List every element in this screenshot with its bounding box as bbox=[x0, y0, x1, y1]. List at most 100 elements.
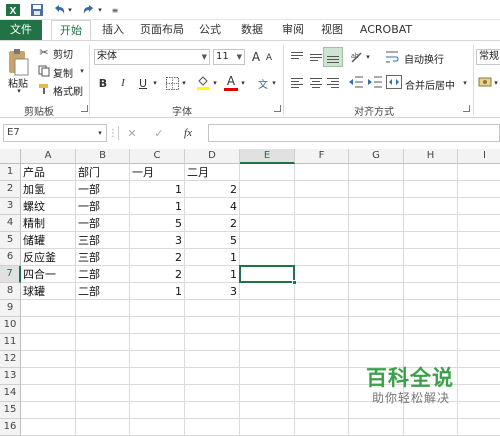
row-header-14[interactable]: 14 bbox=[0, 385, 21, 402]
cell-b1[interactable]: 部门 bbox=[76, 164, 129, 181]
phonetic-button[interactable]: 文 bbox=[256, 75, 270, 91]
tab-file[interactable]: 文件 bbox=[0, 20, 42, 40]
column-header-a[interactable]: A bbox=[21, 149, 76, 164]
cut-icon[interactable]: ✂ bbox=[38, 46, 50, 59]
cell-c3[interactable]: 1 bbox=[130, 198, 184, 215]
cell-c6[interactable]: 2 bbox=[130, 249, 184, 266]
row-header-5[interactable]: 5 bbox=[0, 232, 21, 249]
active-cell[interactable] bbox=[239, 265, 295, 283]
copy-button[interactable]: 复制 bbox=[53, 65, 73, 80]
column-header-g[interactable]: G bbox=[349, 149, 404, 164]
customize-icon[interactable]: ≡ bbox=[110, 4, 120, 16]
merge-center-button[interactable]: 合并后居中 bbox=[405, 77, 455, 92]
align-middle-button[interactable] bbox=[308, 49, 324, 65]
name-box[interactable]: E7 bbox=[3, 124, 107, 142]
underline-dropdown-icon[interactable]: ▾ bbox=[151, 77, 159, 89]
grow-font-button[interactable]: A bbox=[250, 49, 262, 65]
paste-dropdown-icon[interactable]: ▾ bbox=[14, 87, 24, 95]
formula-input[interactable] bbox=[208, 124, 500, 142]
cell-a3[interactable]: 螺纹 bbox=[21, 198, 75, 215]
cell-b7[interactable]: 二部 bbox=[76, 266, 129, 283]
fill-color-icon[interactable] bbox=[196, 75, 210, 91]
shrink-font-button[interactable]: A bbox=[264, 51, 274, 65]
underline-button[interactable]: U bbox=[136, 75, 150, 91]
redo-icon[interactable] bbox=[82, 3, 96, 17]
align-left-button[interactable] bbox=[289, 74, 305, 90]
cut-button[interactable]: 剪切 bbox=[53, 46, 73, 61]
row-header-11[interactable]: 11 bbox=[0, 334, 21, 351]
enter-icon[interactable]: ✓ bbox=[150, 125, 168, 141]
cell-d6[interactable]: 1 bbox=[185, 249, 239, 266]
row-header-4[interactable]: 4 bbox=[0, 215, 21, 232]
column-header-f[interactable]: F bbox=[295, 149, 349, 164]
tab-data[interactable]: 数据 bbox=[238, 20, 266, 40]
row-header-15[interactable]: 15 bbox=[0, 402, 21, 419]
cell-d3[interactable]: 4 bbox=[185, 198, 239, 215]
cell-a6[interactable]: 反应釜 bbox=[21, 249, 75, 266]
align-top-button[interactable] bbox=[289, 49, 305, 65]
insert-function-button[interactable]: fx bbox=[178, 125, 198, 141]
cell-a2[interactable]: 加氢 bbox=[21, 181, 75, 198]
tab-home[interactable]: 开始 bbox=[51, 20, 91, 40]
paste-icon[interactable] bbox=[6, 47, 30, 77]
cell-c5[interactable]: 3 bbox=[130, 232, 184, 249]
align-bottom-button[interactable] bbox=[323, 47, 343, 67]
row-header-9[interactable]: 9 bbox=[0, 300, 21, 317]
cell-d1[interactable]: 二月 bbox=[185, 164, 239, 181]
fill-handle[interactable] bbox=[292, 280, 297, 285]
cell-b3[interactable]: 一部 bbox=[76, 198, 129, 215]
cell-b4[interactable]: 一部 bbox=[76, 215, 129, 232]
row-header-2[interactable]: 2 bbox=[0, 181, 21, 198]
cell-d7[interactable]: 1 bbox=[185, 266, 239, 283]
select-all-corner[interactable] bbox=[0, 149, 21, 164]
cell-a7[interactable]: 四合一 bbox=[21, 266, 75, 283]
row-header-12[interactable]: 12 bbox=[0, 351, 21, 368]
font-color-dropdown-icon[interactable]: ▾ bbox=[239, 77, 247, 89]
cell-b5[interactable]: 三部 bbox=[76, 232, 129, 249]
alignment-launcher-icon[interactable] bbox=[463, 105, 470, 112]
row-header-10[interactable]: 10 bbox=[0, 317, 21, 334]
cell-a4[interactable]: 精制 bbox=[21, 215, 75, 232]
font-color-button[interactable]: A bbox=[224, 74, 238, 88]
tab-formulas[interactable]: 公式 bbox=[196, 20, 224, 40]
font-launcher-icon[interactable] bbox=[274, 105, 281, 112]
name-box-dropdown-icon[interactable]: ▾ bbox=[96, 128, 104, 138]
save-icon[interactable] bbox=[30, 3, 44, 17]
tab-acrobat[interactable]: ACROBAT bbox=[358, 20, 414, 40]
decrease-indent-icon[interactable] bbox=[348, 75, 364, 89]
cell-a1[interactable]: 产品 bbox=[21, 164, 75, 181]
phonetic-dropdown-icon[interactable]: ▾ bbox=[270, 77, 278, 89]
column-header-b[interactable]: B bbox=[76, 149, 130, 164]
align-center-button[interactable] bbox=[308, 74, 324, 90]
tab-insert[interactable]: 插入 bbox=[99, 20, 127, 40]
row-header-1[interactable]: 1 bbox=[0, 164, 21, 181]
column-header-c[interactable]: C bbox=[130, 149, 185, 164]
wrap-text-icon[interactable] bbox=[384, 49, 400, 65]
tab-page-layout[interactable]: 页面布局 bbox=[138, 20, 186, 40]
orientation-dropdown-icon[interactable]: ▾ bbox=[364, 52, 372, 62]
cell-c4[interactable]: 5 bbox=[130, 215, 184, 232]
font-name-select[interactable]: 宋体 ▼ bbox=[94, 49, 210, 65]
cell-d2[interactable]: 2 bbox=[185, 181, 239, 198]
accounting-dropdown-icon[interactable]: ▾ bbox=[492, 78, 500, 88]
column-header-i[interactable]: I bbox=[458, 149, 500, 164]
cell-b2[interactable]: 一部 bbox=[76, 181, 129, 198]
cancel-icon[interactable]: ✕ bbox=[123, 125, 141, 141]
row-header-3[interactable]: 3 bbox=[0, 198, 21, 215]
cell-c2[interactable]: 1 bbox=[130, 181, 184, 198]
increase-indent-icon[interactable] bbox=[367, 75, 383, 89]
cell-a5[interactable]: 储罐 bbox=[21, 232, 75, 249]
italic-button[interactable]: I bbox=[116, 75, 130, 91]
column-header-h[interactable]: H bbox=[404, 149, 458, 164]
row-header-8[interactable]: 8 bbox=[0, 283, 21, 300]
row-header-7[interactable]: 7 bbox=[0, 266, 21, 283]
borders-icon[interactable] bbox=[166, 77, 179, 90]
undo-icon[interactable] bbox=[52, 3, 66, 17]
fill-color-dropdown-icon[interactable]: ▾ bbox=[211, 77, 219, 89]
cell-b8[interactable]: 二部 bbox=[76, 283, 129, 300]
font-size-select[interactable]: 11 ▼ bbox=[213, 49, 245, 65]
format-painter-icon[interactable] bbox=[38, 83, 50, 95]
tab-view[interactable]: 视图 bbox=[318, 20, 346, 40]
cell-a8[interactable]: 球罐 bbox=[21, 283, 75, 300]
copy-dropdown-icon[interactable]: ▾ bbox=[78, 66, 86, 76]
